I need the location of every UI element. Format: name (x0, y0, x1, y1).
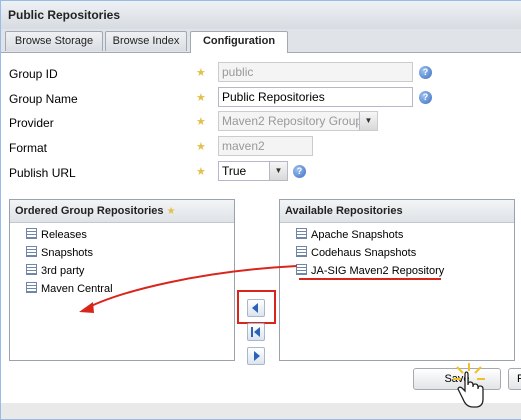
arrow-annotation (86, 265, 298, 309)
arrow-first-icon (251, 327, 260, 337)
arrow-right-icon (254, 351, 260, 361)
repository-panel: Public Repositories Browse Storage Brows… (0, 0, 521, 420)
move-left-button[interactable] (247, 299, 265, 317)
move-first-button[interactable] (247, 323, 265, 341)
reset-button[interactable]: R (508, 368, 521, 390)
reset-label: R (517, 373, 521, 385)
hand-cursor-icon (453, 363, 485, 408)
arrow-head (79, 302, 94, 313)
move-right-button[interactable] (247, 347, 265, 365)
arrow-left-icon (252, 303, 258, 313)
